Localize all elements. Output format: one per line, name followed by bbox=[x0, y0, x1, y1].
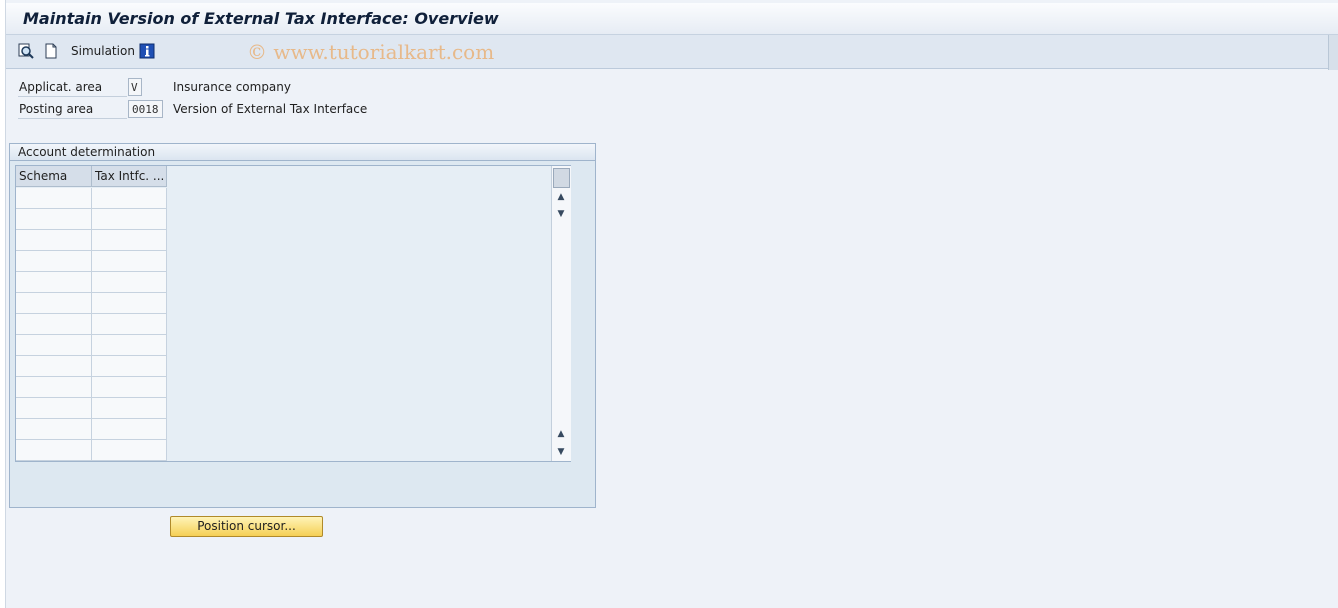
applicat-area-field[interactable]: V bbox=[128, 78, 142, 96]
account-determination-table: Schema Tax Intfc. ... ▲ ▼ ▲ ▼ bbox=[15, 165, 571, 462]
scroll-page-down-icon[interactable]: ▼ bbox=[555, 446, 567, 458]
scrollbar-thumb[interactable] bbox=[553, 168, 570, 188]
schema-cell[interactable] bbox=[16, 188, 92, 209]
schema-cell[interactable] bbox=[16, 293, 92, 314]
group-title: Account determination bbox=[10, 144, 595, 161]
table-row[interactable] bbox=[16, 209, 167, 230]
tax-intfc-cell[interactable] bbox=[92, 230, 167, 251]
posting-area-field[interactable]: 0018 bbox=[128, 100, 163, 118]
main-window: Maintain Version of External Tax Interfa… bbox=[5, 0, 1338, 608]
schema-cell[interactable] bbox=[16, 398, 92, 419]
table-row[interactable] bbox=[16, 398, 167, 419]
table-row[interactable] bbox=[16, 272, 167, 293]
schema-cell[interactable] bbox=[16, 314, 92, 335]
table-row[interactable] bbox=[16, 230, 167, 251]
table-row[interactable] bbox=[16, 251, 167, 272]
window-scrollbar[interactable] bbox=[1328, 35, 1338, 70]
schema-cell[interactable] bbox=[16, 356, 92, 377]
new-entries-icon[interactable] bbox=[43, 43, 59, 59]
tax-intfc-cell[interactable] bbox=[92, 251, 167, 272]
scroll-up-icon[interactable]: ▲ bbox=[555, 191, 567, 203]
schema-cell[interactable] bbox=[16, 230, 92, 251]
scroll-page-up-icon[interactable]: ▲ bbox=[555, 428, 567, 440]
schema-cell[interactable] bbox=[16, 272, 92, 293]
table-row[interactable] bbox=[16, 356, 167, 377]
posting-area-label: Posting area bbox=[18, 101, 127, 119]
applicat-area-description: Insurance company bbox=[173, 80, 291, 94]
page-title: Maintain Version of External Tax Interfa… bbox=[23, 9, 499, 28]
watermark-text: © www.tutorialkart.com bbox=[247, 40, 495, 64]
table-scrollbar[interactable]: ▲ ▼ ▲ ▼ bbox=[551, 166, 571, 461]
table-row[interactable] bbox=[16, 419, 167, 440]
schema-cell[interactable] bbox=[16, 209, 92, 230]
tax-intfc-cell[interactable] bbox=[92, 398, 167, 419]
schema-cell[interactable] bbox=[16, 335, 92, 356]
title-bar: Maintain Version of External Tax Interfa… bbox=[6, 3, 1338, 35]
table-row[interactable] bbox=[16, 293, 167, 314]
position-cursor-button[interactable]: Position cursor... bbox=[170, 516, 323, 537]
schema-cell[interactable] bbox=[16, 251, 92, 272]
schema-cell[interactable] bbox=[16, 440, 92, 461]
table-row[interactable] bbox=[16, 335, 167, 356]
table-row[interactable] bbox=[16, 188, 167, 209]
schema-cell[interactable] bbox=[16, 419, 92, 440]
applicat-area-label: Applicat. area bbox=[18, 79, 127, 97]
tax-intfc-cell[interactable] bbox=[92, 209, 167, 230]
tax-intfc-cell[interactable] bbox=[92, 377, 167, 398]
column-header-schema[interactable]: Schema bbox=[16, 166, 92, 187]
tax-intfc-cell[interactable] bbox=[92, 335, 167, 356]
tax-intfc-cell[interactable] bbox=[92, 440, 167, 461]
tax-intfc-cell[interactable] bbox=[92, 188, 167, 209]
tax-intfc-cell[interactable] bbox=[92, 314, 167, 335]
tax-intfc-cell[interactable] bbox=[92, 272, 167, 293]
tax-intfc-cell[interactable] bbox=[92, 293, 167, 314]
column-header-tax-intfc[interactable]: Tax Intfc. ... bbox=[92, 166, 167, 187]
posting-area-description: Version of External Tax Interface bbox=[173, 102, 368, 116]
simulation-button[interactable]: Simulation bbox=[71, 44, 135, 58]
display-icon[interactable] bbox=[18, 43, 34, 59]
table-row[interactable] bbox=[16, 377, 167, 398]
tax-intfc-cell[interactable] bbox=[92, 356, 167, 377]
tax-intfc-cell[interactable] bbox=[92, 419, 167, 440]
application-toolbar: Simulation © www.tutorialkart.com bbox=[6, 35, 1338, 69]
scroll-down-icon[interactable]: ▼ bbox=[555, 208, 567, 220]
schema-cell[interactable] bbox=[16, 377, 92, 398]
table-row[interactable] bbox=[16, 314, 167, 335]
table-row[interactable] bbox=[16, 440, 167, 461]
info-icon[interactable] bbox=[139, 43, 155, 59]
account-determination-group: Account determination Schema Tax Intfc. … bbox=[9, 143, 596, 508]
